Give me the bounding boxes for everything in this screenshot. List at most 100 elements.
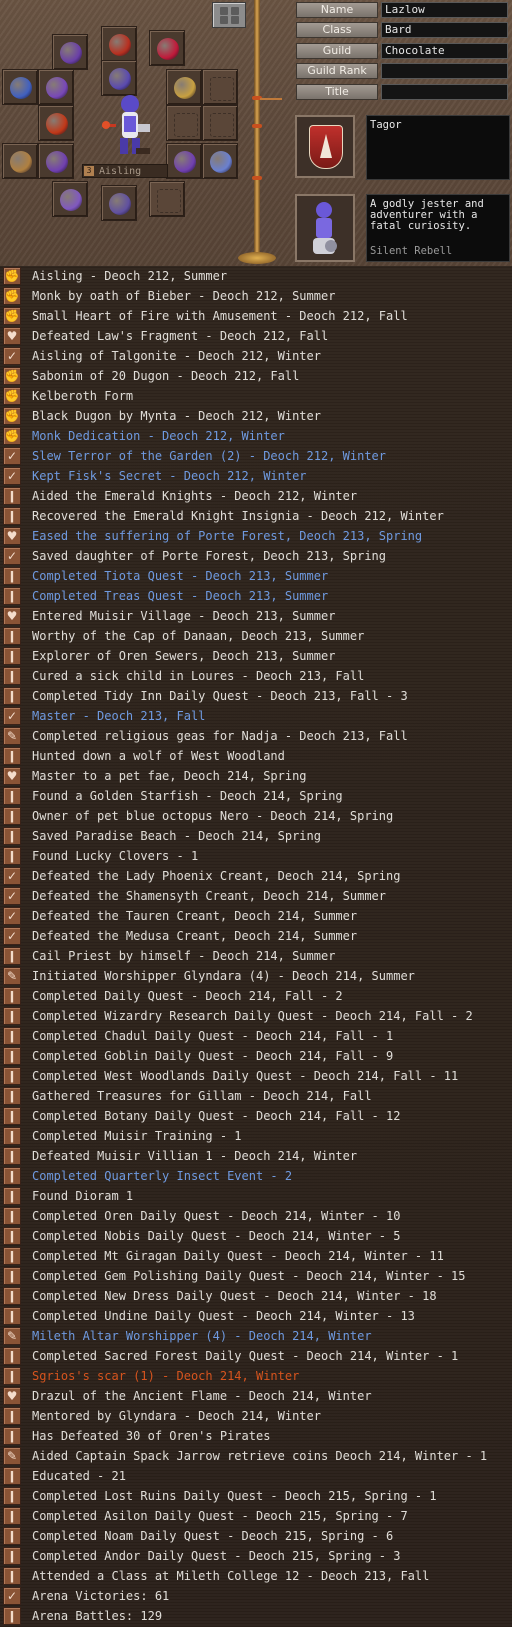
heart-icon: ♥ [3, 527, 21, 545]
fist-icon: ✊ [3, 267, 21, 285]
level-tag: 3 [84, 166, 94, 176]
menu-grid-button[interactable] [212, 2, 246, 28]
legend-mark: ǀ Completed Undine Daily Quest - Deoch 21… [0, 1306, 512, 1326]
divider-pole [254, 0, 260, 262]
scroll-icon: ǀ [3, 1127, 21, 1145]
scroll-icon: ǀ [3, 1247, 21, 1265]
legend-mark-text: Completed Sacred Forest Daily Quest - De… [32, 1349, 459, 1363]
necklace-icon [157, 38, 179, 60]
guild-field[interactable]: Chocolate [381, 43, 508, 59]
legend-mark-text: Completed Treas Quest - Deoch 213, Summe… [32, 589, 329, 603]
scroll-icon: ǀ [3, 1087, 21, 1105]
scroll-icon: ǀ [3, 1547, 21, 1565]
equipment-slot[interactable] [38, 143, 74, 179]
legend-mark-text: Educated - 21 [32, 1469, 126, 1483]
legend-mark-text: Aisling of Talgonite - Deoch 212, Winter [32, 349, 321, 363]
scroll-icon: ǀ [3, 947, 21, 965]
equipment-slot[interactable] [38, 69, 74, 105]
title-field[interactable] [381, 84, 508, 100]
legend-mark-text: Arena Battles: 129 [32, 1609, 163, 1623]
legend-mark: ǀ Explorer of Oren Sewers, Deoch 213, Sum… [0, 646, 512, 666]
scroll-icon: ǀ [3, 1507, 21, 1525]
belt-icon [46, 77, 68, 99]
legend-mark: ǀ Owner of pet blue octopus Nero - Deoch … [0, 806, 512, 826]
legend-list[interactable]: ✊ Aisling - Deoch 212, Summer ✊ Monk by oat… [0, 266, 512, 1627]
class-field[interactable]: Bard [381, 22, 508, 38]
legend-mark: ✊ Aisling - Deoch 212, Summer [0, 266, 512, 286]
equipment-slot[interactable] [52, 34, 88, 70]
guild-emblem-icon [309, 125, 343, 169]
legend-mark: ✓ Defeated the Tauren Creant, Deoch 214, … [0, 906, 512, 926]
scroll-icon: ǀ [3, 1607, 21, 1625]
legend-mark-text: Monk Dedication - Deoch 212, Winter [32, 429, 285, 443]
legend-mark-text: Completed Tidy Inn Daily Quest - Deoch 2… [32, 689, 408, 703]
equipment-slot[interactable] [149, 181, 185, 217]
legend-mark-text: Cail Priest by himself - Deoch 214, Summ… [32, 949, 336, 963]
guild-rank-field[interactable] [381, 63, 508, 79]
legend-mark: ✓ Slew Terror of the Garden (2) - Deoch 2… [0, 446, 512, 466]
equipment-slot[interactable] [2, 143, 38, 179]
legend-mark: ǀ Completed Noam Daily Quest - Deoch 215,… [0, 1526, 512, 1546]
legend-mark: ♥ Eased the suffering of Porte Forest, De… [0, 526, 512, 546]
legend-mark: ✓ Aisling of Talgonite - Deoch 212, Winte… [0, 346, 512, 366]
equipment-slot[interactable] [52, 181, 88, 217]
legend-mark-text: Mentored by Glyndara - Deoch 214, Winter [32, 1409, 321, 1423]
equipment-slot[interactable] [202, 143, 238, 179]
legend-mark: ǀ Completed Nobis Daily Quest - Deoch 214… [0, 1226, 512, 1246]
legend-mark-text: Completed Undine Daily Quest - Deoch 214… [32, 1309, 415, 1323]
profile-signature: Silent Rebell [370, 245, 453, 257]
legend-mark: ǀ Recovered the Emerald Knight Insignia -… [0, 506, 512, 526]
scroll-icon: ǀ [3, 1407, 21, 1425]
tool-icon: ✎ [3, 727, 21, 745]
empty-slot [210, 77, 234, 101]
legend-mark: ǀ Completed Tidy Inn Daily Quest - Deoch … [0, 686, 512, 706]
scroll-icon: ǀ [3, 1067, 21, 1085]
equipment-slot[interactable] [166, 69, 202, 105]
legend-mark: ǀ Completed Botany Daily Quest - Deoch 21… [0, 1106, 512, 1126]
fist-icon: ✊ [3, 287, 21, 305]
equipment-slot[interactable] [2, 69, 38, 105]
equipment-slot[interactable] [166, 105, 202, 141]
legend-mark-text: Saved Paradise Beach - Deoch 214, Spring [32, 829, 321, 843]
staff-icon [46, 113, 68, 135]
fist-icon: ✊ [3, 367, 21, 385]
pole-marker [252, 124, 262, 128]
equipment-slot[interactable] [202, 69, 238, 105]
equipment-slot[interactable] [101, 60, 137, 96]
check-icon: ✓ [3, 707, 21, 725]
charm-icon [109, 193, 131, 215]
armor-icon [10, 77, 32, 99]
equipment-slot[interactable] [101, 26, 137, 62]
equipment-slot[interactable] [101, 185, 137, 221]
legend-mark: ✎ Aided Captain Spack Jarrow retrieve coi… [0, 1446, 512, 1466]
legend-mark-text: Aided Captain Spack Jarrow retrieve coin… [32, 1449, 488, 1463]
legend-mark: ǀ Completed Andor Daily Quest - Deoch 215… [0, 1546, 512, 1566]
legend-mark-text: Completed Lost Ruins Daily Quest - Deoch… [32, 1489, 437, 1503]
legend-mark-text: Completed Daily Quest - Deoch 214, Fall … [32, 989, 343, 1003]
pole-marker [252, 176, 262, 180]
scroll-icon: ǀ [3, 1047, 21, 1065]
equipment-slot[interactable] [166, 143, 202, 179]
equipment-slot[interactable] [149, 30, 185, 66]
profile-text-box[interactable]: A godly jester and adventurer with a fat… [366, 194, 510, 262]
bracer-icon [46, 151, 68, 173]
equipment-slot[interactable] [38, 105, 74, 141]
legend-mark: ✎ Initiated Worshipper Glyndara (4) - Deo… [0, 966, 512, 986]
scroll-icon: ǀ [3, 1347, 21, 1365]
check-icon: ✓ [3, 1587, 21, 1605]
legend-mark-text: Completed New Dress Daily Quest - Deoch … [32, 1289, 437, 1303]
legend-mark: ǀ Completed Treas Quest - Deoch 213, Summ… [0, 586, 512, 606]
legend-mark-text: Sgrios's scar (1) - Deoch 214, Winter [32, 1369, 300, 1383]
equipment-slot[interactable] [202, 105, 238, 141]
legend-mark-text: Completed Muisir Training - 1 [32, 1129, 242, 1143]
legend-mark-text: Found Lucky Clovers - 1 [32, 849, 199, 863]
name-field[interactable]: Lazlow [381, 2, 508, 18]
legend-mark-text: Small Heart of Fire with Amusement - Deo… [32, 309, 408, 323]
legend-mark-text: Owner of pet blue octopus Nero - Deoch 2… [32, 809, 394, 823]
legend-mark: ǀ Completed Oren Daily Quest - Deoch 214,… [0, 1206, 512, 1226]
legend-mark: ♥ Defeated Law's Fragment - Deoch 212, Fa… [0, 326, 512, 346]
profile-text: A godly jester and adventurer with a fat… [370, 198, 484, 232]
boots-icon [60, 189, 82, 211]
tool-icon: ✎ [3, 1327, 21, 1345]
legend-mark-text: Found Dioram 1 [32, 1189, 134, 1203]
